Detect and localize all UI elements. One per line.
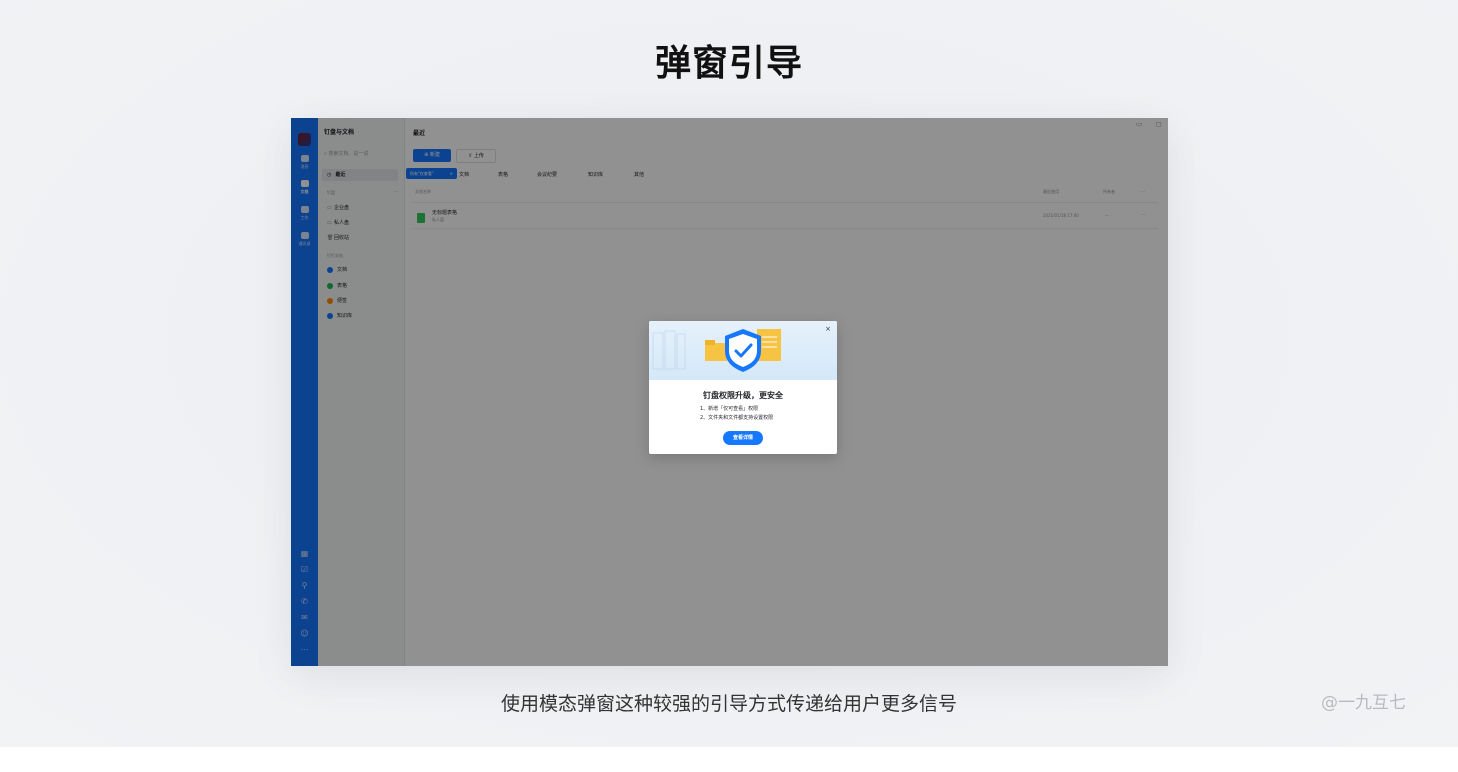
modal-title: 钉盘权限升级，更安全 [703, 391, 783, 400]
modal-line-1: 1、新增「仅可查看」权限 [700, 406, 759, 412]
modal-banner [649, 321, 837, 380]
shield-folder-illustration [652, 329, 781, 372]
upgrade-modal: × 钉盘权限升级，更安全 1、新增「仅可查看」权限 2、文件夹和文件都支持设置权… [649, 321, 837, 454]
modal-line-2: 2、文件夹和文件都支持设置权限 [700, 415, 774, 421]
view-details-button[interactable]: 查看详情 [723, 431, 763, 445]
watermark: @一九互七 [1321, 693, 1406, 713]
app-screenshot: 消息 文档 工作 通讯录 ▦ ☑ ⚲ ✆ ✉ ☺ ⋯ 钉盘与文档 ⌕ 搜索文档、… [291, 118, 1168, 666]
close-icon[interactable]: × [825, 325, 831, 333]
page-caption: 使用模态弹窗这种较强的引导方式传递给用户更多信号 [500, 693, 957, 715]
page-title: 弹窗引导 [654, 43, 803, 84]
